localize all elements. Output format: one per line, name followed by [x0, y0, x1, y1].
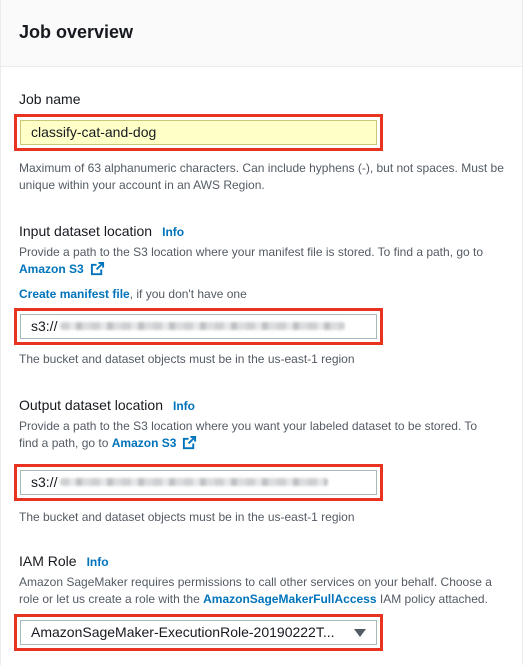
caret-down-icon[interactable] [354, 629, 366, 637]
input-dataset-hint: The bucket and dataset objects must be i… [19, 352, 355, 366]
input-dataset-info-link[interactable]: Info [162, 225, 184, 239]
full-access-policy-link[interactable]: AmazonSageMakerFullAccess [203, 592, 376, 606]
input-amazon-s3-link[interactable]: Amazon S3 [19, 262, 84, 276]
output-dataset-value-prefix: s3:// [31, 474, 58, 490]
redacted-path [60, 478, 329, 486]
iam-role-label: IAM Role Info [19, 553, 109, 569]
iam-role-label-text: IAM Role [19, 553, 77, 569]
input-dataset-value-prefix: s3:// [31, 318, 58, 334]
create-manifest-suffix: , if you don't have one [129, 287, 247, 301]
external-link-icon[interactable] [182, 435, 197, 455]
iam-role-desc-line2-suffix: IAM policy attached. [379, 592, 488, 606]
output-dataset-label-text: Output dataset location [19, 397, 163, 413]
input-dataset-label: Input dataset location Info [19, 223, 184, 239]
external-link-icon[interactable] [90, 261, 105, 281]
iam-role-description: Amazon SageMaker requires permissions to… [19, 574, 505, 608]
output-dataset-desc-line2: find a path, go to [19, 436, 109, 450]
output-dataset-description: Provide a path to the S3 location where … [19, 418, 505, 455]
output-dataset-highlight: s3:// [14, 464, 383, 501]
input-dataset-field[interactable]: s3:// [20, 314, 377, 339]
iam-role-desc-line2-prefix: role or let us create a role with the [19, 592, 200, 606]
output-dataset-field[interactable]: s3:// [20, 470, 377, 495]
job-name-label: Job name [19, 91, 81, 107]
input-dataset-description: Provide a path to the S3 location where … [19, 244, 505, 281]
output-amazon-s3-link[interactable]: Amazon S3 [112, 436, 177, 450]
panel-title: Job overview [19, 22, 134, 42]
job-name-hint: Maximum of 63 alphanumeric characters. C… [19, 161, 504, 192]
output-dataset-hint: The bucket and dataset objects must be i… [19, 510, 355, 524]
iam-role-selected-value: AmazonSageMaker-ExecutionRole-20190222T.… [31, 624, 335, 640]
input-dataset-desc-text: Provide a path to the S3 location where … [19, 245, 484, 259]
input-dataset-label-text: Input dataset location [19, 223, 153, 239]
output-dataset-info-link[interactable]: Info [173, 399, 195, 413]
output-dataset-label: Output dataset location Info [19, 397, 195, 413]
iam-role-info-link[interactable]: Info [87, 555, 109, 569]
job-overview-panel: Job overview Job name classify-cat-and-d… [0, 0, 523, 665]
job-name-highlight: classify-cat-and-dog [14, 114, 383, 151]
job-name-input[interactable]: classify-cat-and-dog [20, 120, 377, 145]
iam-role-highlight: AmazonSageMaker-ExecutionRole-20190222T.… [14, 614, 383, 651]
input-dataset-highlight: s3:// [14, 308, 383, 345]
iam-role-select[interactable]: AmazonSageMaker-ExecutionRole-20190222T.… [20, 620, 377, 645]
create-manifest-line: Create manifest file, if you don't have … [19, 286, 505, 303]
iam-role-desc-line1: Amazon SageMaker requires permissions to… [19, 575, 492, 589]
output-dataset-desc-line1: Provide a path to the S3 location where … [19, 419, 478, 433]
create-manifest-link[interactable]: Create manifest file [19, 287, 130, 301]
redacted-path [60, 322, 346, 330]
